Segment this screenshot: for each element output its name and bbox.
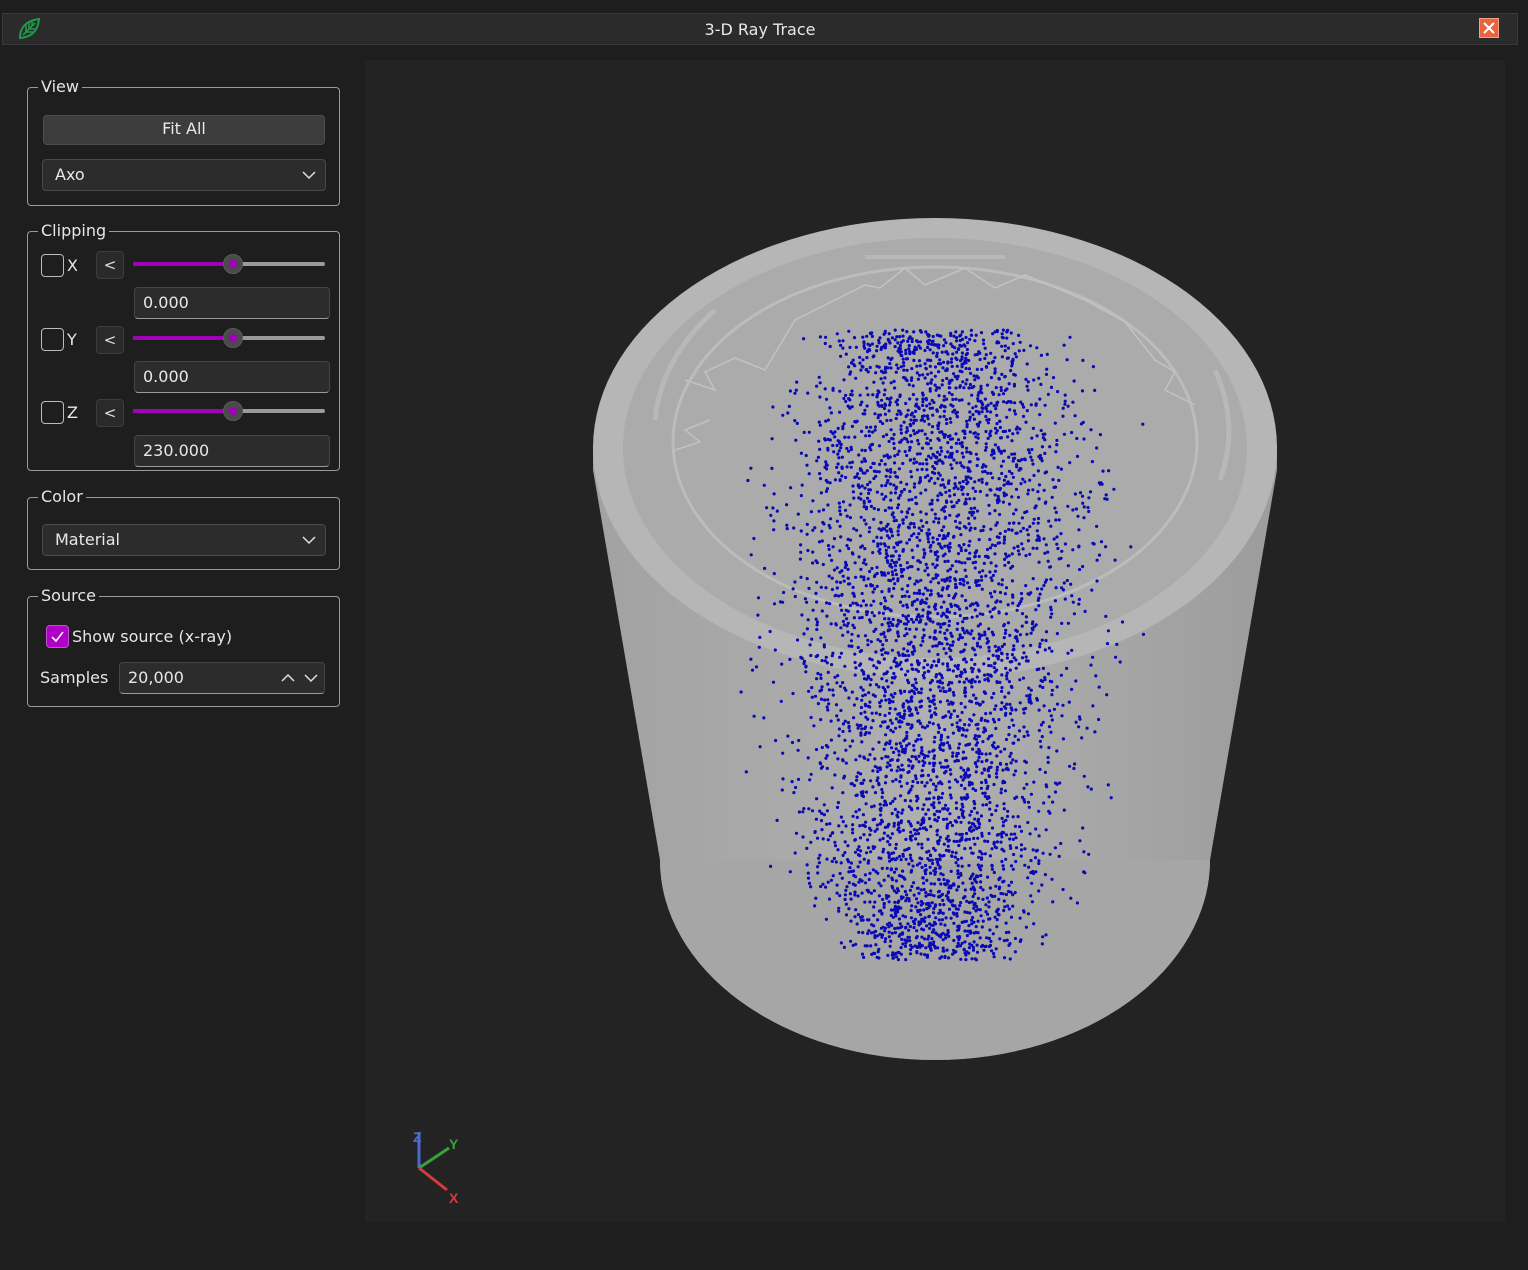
clip-y-label: Y <box>67 330 77 349</box>
clip-x-label: X <box>67 256 78 275</box>
close-icon <box>1483 22 1495 34</box>
clip-y-checkbox[interactable] <box>41 328 64 351</box>
view-projection-value: Axo <box>55 165 85 184</box>
clipping-group: Clipping X < 0.000 Y < 0.000 Z < 230.000 <box>27 221 340 471</box>
clip-x-value-input[interactable]: 0.000 <box>134 287 330 319</box>
close-button[interactable] <box>1479 18 1499 38</box>
axis-z-label: Z <box>413 1129 422 1145</box>
samples-value: 20,000 <box>128 668 184 687</box>
clip-z-slider[interactable] <box>133 401 325 421</box>
clip-z-label: Z <box>67 403 78 422</box>
clip-y-slider-thumb[interactable] <box>222 328 243 348</box>
clip-y-slider[interactable] <box>133 328 325 348</box>
color-group: Color Material <box>27 487 340 570</box>
show-source-checkbox[interactable] <box>46 625 69 648</box>
view-projection-select[interactable]: Axo <box>42 159 326 191</box>
color-legend: Color <box>38 487 86 507</box>
3d-viewport[interactable]: Z Y X <box>365 60 1505 1222</box>
view-legend: View <box>38 77 82 97</box>
clip-z-flip-button[interactable]: < <box>96 399 124 427</box>
color-mode-value: Material <box>55 530 120 549</box>
clip-z-slider-thumb[interactable] <box>222 401 243 421</box>
axis-y-line <box>418 1146 450 1170</box>
source-legend: Source <box>38 586 99 606</box>
clipping-legend: Clipping <box>38 221 110 241</box>
axis-x-label: X <box>449 1190 459 1206</box>
chevron-up-icon[interactable] <box>280 670 296 686</box>
clip-z-checkbox[interactable] <box>41 401 64 424</box>
clip-x-checkbox[interactable] <box>41 254 64 277</box>
samples-number-input[interactable]: 20,000 <box>119 662 325 694</box>
checkmark-icon <box>51 631 64 643</box>
clip-x-flip-button[interactable]: < <box>96 251 124 279</box>
clip-y-value-input[interactable]: 0.000 <box>134 361 330 393</box>
chevron-down-icon[interactable] <box>303 670 319 686</box>
clip-z-value-input[interactable]: 230.000 <box>134 435 330 467</box>
source-group: Source Show source (x-ray) Samples 20,00… <box>27 586 340 707</box>
chevron-down-icon <box>302 536 316 545</box>
clip-x-slider[interactable] <box>133 254 325 274</box>
title-bar: 3-D Ray Trace <box>2 13 1518 45</box>
clip-x-slider-thumb[interactable] <box>222 254 243 274</box>
clip-y-flip-button[interactable]: < <box>96 326 124 354</box>
axis-triad: Z Y X <box>413 1129 459 1206</box>
fit-all-button[interactable]: Fit All <box>43 115 325 145</box>
axis-x-line <box>418 1166 448 1192</box>
view-group: View Fit All Axo <box>27 77 340 206</box>
axis-y-label: Y <box>449 1136 459 1152</box>
show-source-label[interactable]: Show source (x-ray) <box>72 627 232 646</box>
color-mode-select[interactable]: Material <box>42 524 326 556</box>
window-title: 3-D Ray Trace <box>704 20 816 39</box>
samples-label: Samples <box>40 668 109 687</box>
chevron-down-icon <box>302 171 316 180</box>
